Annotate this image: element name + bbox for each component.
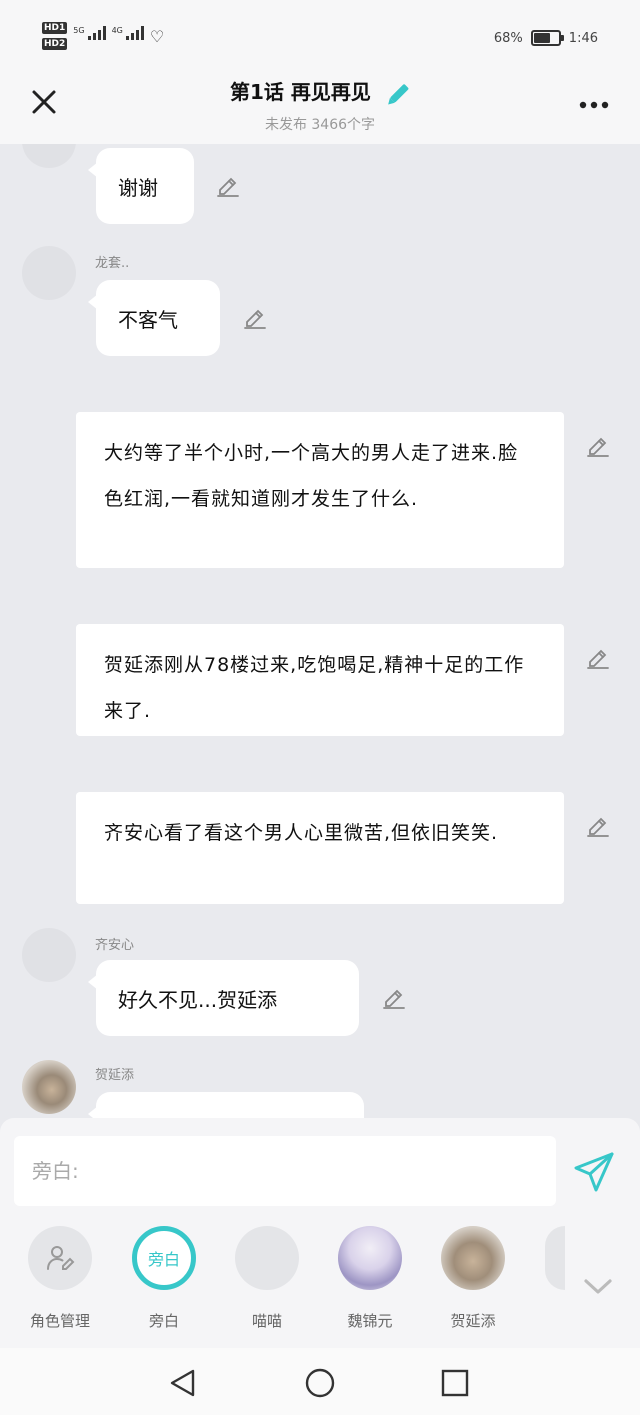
input-panel: 角色管理 旁白 旁白 喵喵 魏锦元 贺延添 <box>0 1118 640 1348</box>
send-icon[interactable] <box>572 1148 618 1194</box>
title-area: 第1话 再见再见 未发布 3466个字 <box>0 76 640 134</box>
sender-name: 龙套.. <box>95 256 130 271</box>
battery-fill <box>533 33 550 43</box>
edit-pencil-icon[interactable] <box>586 814 610 838</box>
role-avatar <box>235 1226 299 1290</box>
clock: 1:46 <box>568 30 598 46</box>
dialogue-text: 谢谢 <box>118 175 158 200</box>
dialogue-text: 好久不见...贺延添 <box>118 987 278 1012</box>
battery-icon <box>530 30 564 46</box>
role-label: 喵喵 <box>251 1312 282 1330</box>
narration-text: 大约等了半个小时,一个高大的男人走了进来.脸色红润,一看就知道刚才发生了什么. <box>104 442 519 510</box>
dialogue-bubble[interactable]: 好久不见...贺延添 <box>88 960 359 1036</box>
sender-name: 齐安心 <box>95 938 135 953</box>
status-bar-left: HD1 HD2 5G 4G ♡ <box>42 22 164 50</box>
system-nav-bar <box>0 1348 640 1415</box>
chapter-subtitle: 未发布 3466个字 <box>264 116 376 133</box>
edit-pencil-icon[interactable] <box>382 986 406 1010</box>
avatar[interactable] <box>22 246 76 300</box>
signal-4g-icon: 4G <box>112 26 144 40</box>
avatar[interactable] <box>22 144 76 168</box>
message-input[interactable] <box>14 1136 556 1206</box>
back-nav-icon[interactable] <box>166 1366 200 1400</box>
dialogue-bubble[interactable] <box>88 1092 364 1118</box>
role-heyantian-button[interactable]: 贺延添 <box>428 1226 518 1331</box>
dialogue-bubble[interactable]: 不客气 <box>88 280 220 356</box>
role-label: 旁白 <box>148 1312 179 1330</box>
role-avatar <box>338 1226 402 1290</box>
sender-name: 贺延添 <box>95 1068 135 1083</box>
status-bar: HD1 HD2 5G 4G ♡ 68% 1:46 <box>0 0 640 76</box>
hd1-badge: HD1 <box>42 22 68 34</box>
role-manage-button[interactable]: 角色管理 <box>15 1226 105 1331</box>
more-icon <box>579 101 609 109</box>
role-miaomiao-button[interactable]: 喵喵 <box>222 1226 312 1331</box>
role-avatar-partial[interactable] <box>545 1226 565 1290</box>
role-avatar <box>441 1226 505 1290</box>
edit-pencil-icon[interactable] <box>586 646 610 670</box>
chat-area[interactable]: 谢谢 龙套.. 不客气 大约等了半个小时,一个高大的男人走了进来.脸色红润,一看… <box>0 144 640 1118</box>
hd2-badge: HD2 <box>42 38 68 50</box>
status-bar-right: 68% 1:46 <box>494 30 598 46</box>
edit-pencil-icon[interactable] <box>243 306 267 330</box>
more-button[interactable] <box>574 88 614 118</box>
health-icon: ♡ <box>149 27 165 46</box>
narration-text: 贺延添刚从78楼过来,吃饱喝足,精神十足的工作来了. <box>104 654 525 722</box>
avatar[interactable] <box>22 1060 76 1114</box>
recents-nav-icon[interactable] <box>438 1366 472 1400</box>
role-weijinyuan-button[interactable]: 魏锦元 <box>325 1226 415 1331</box>
edit-pencil-icon[interactable] <box>586 434 610 458</box>
role-avatar <box>28 1226 92 1290</box>
app-header: 第1话 再见再见 未发布 3466个字 <box>0 76 640 144</box>
chapter-title: 第1话 再见再见 <box>230 80 371 104</box>
role-inner-text: 旁白 <box>147 1250 180 1269</box>
battery-percent: 68% <box>493 30 523 46</box>
edit-pencil-icon[interactable] <box>216 174 240 198</box>
role-selector: 角色管理 旁白 旁白 喵喵 魏锦元 贺延添 <box>0 1226 640 1336</box>
role-label: 贺延添 <box>450 1312 496 1330</box>
edit-title-icon[interactable] <box>384 82 410 108</box>
role-aside-button[interactable]: 旁白 旁白 <box>119 1226 209 1331</box>
role-avatar: 旁白 <box>132 1226 196 1290</box>
dialogue-text: 不客气 <box>118 307 178 332</box>
role-label: 魏锦元 <box>347 1312 393 1330</box>
narration-block[interactable]: 齐安心看了看这个男人心里微苦,但依旧笑笑. <box>76 792 564 904</box>
role-manage-icon <box>47 1246 75 1270</box>
narration-block[interactable]: 大约等了半个小时,一个高大的男人走了进来.脸色红润,一看就知道刚才发生了什么. <box>76 412 564 568</box>
dialogue-bubble[interactable]: 谢谢 <box>88 148 194 224</box>
home-nav-icon[interactable] <box>303 1366 337 1400</box>
narration-text: 齐安心看了看这个男人心里微苦,但依旧笑笑. <box>104 822 499 844</box>
narration-block[interactable]: 贺延添刚从78楼过来,吃饱喝足,精神十足的工作来了. <box>76 624 564 736</box>
signal-5g-icon: 5G <box>73 26 106 40</box>
role-label: 角色管理 <box>29 1312 90 1330</box>
net2-label: 4G <box>111 26 123 35</box>
net1-label: 5G <box>73 26 85 35</box>
avatar[interactable] <box>22 928 76 982</box>
chevron-down-icon[interactable] <box>582 1274 614 1298</box>
